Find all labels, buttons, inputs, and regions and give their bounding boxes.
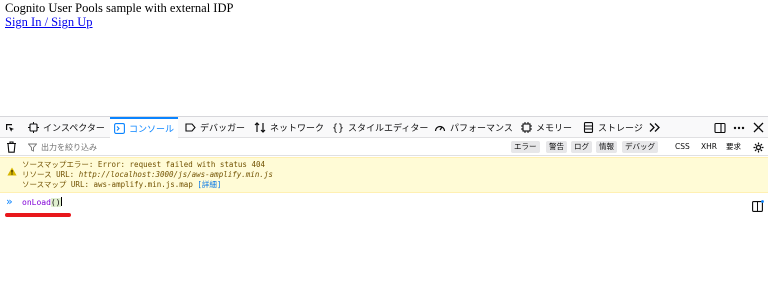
inspector-icon bbox=[28, 122, 39, 133]
input-parens: () bbox=[50, 198, 61, 207]
tab-debugger[interactable]: デバッガー bbox=[181, 117, 249, 138]
warning-line-3: ソースマップ URL: aws-amplify.min.js.map [詳細] bbox=[22, 180, 221, 190]
warning-icon bbox=[7, 161, 17, 180]
tab-storage[interactable]: ストレージ bbox=[579, 117, 647, 138]
page-title: Cognito User Pools sample with external … bbox=[5, 1, 234, 15]
network-icon bbox=[254, 122, 266, 133]
tab-memory[interactable]: メモリー bbox=[517, 117, 576, 138]
sourcemap-url-label: ソースマップ URL: aws-amplify.min.js.map bbox=[22, 180, 198, 189]
tab-label: デバッガー bbox=[200, 124, 246, 134]
devtools-panel: インスペクター コンソール デバッガー ネットワーク {} スタイルエディター … bbox=[0, 116, 768, 298]
close-icon[interactable] bbox=[753, 117, 764, 138]
tab-label: ストレージ bbox=[598, 124, 643, 134]
more-options-icon[interactable] bbox=[733, 117, 745, 138]
filter-placeholder: 出力を絞り込み bbox=[41, 142, 97, 152]
filter-errors[interactable]: エラー bbox=[511, 141, 540, 153]
tab-label: ネットワーク bbox=[270, 124, 325, 134]
prompt-chevron-icon: » bbox=[6, 195, 13, 208]
devtools-toolbar: インスペクター コンソール デバッガー ネットワーク {} スタイルエディター … bbox=[0, 117, 768, 138]
tab-console[interactable]: コンソール bbox=[110, 117, 179, 138]
filter-logs[interactable]: ログ bbox=[571, 141, 592, 153]
element-picker-icon[interactable] bbox=[4, 117, 16, 138]
console-input-row[interactable]: » onLoad() bbox=[0, 194, 768, 212]
style-editor-icon: {} bbox=[332, 123, 344, 133]
svg-text:{}: {} bbox=[332, 123, 344, 133]
tab-inspector[interactable]: インスペクター bbox=[24, 117, 109, 138]
filter-requests[interactable]: 要求 bbox=[726, 141, 741, 153]
console-icon bbox=[114, 123, 125, 134]
tab-label: インスペクター bbox=[43, 124, 105, 134]
warning-line-1: ソースマップエラー: Error: request failed with st… bbox=[22, 160, 265, 169]
filter-css[interactable]: CSS bbox=[675, 141, 690, 153]
text-caret bbox=[60, 197, 62, 206]
trash-icon[interactable] bbox=[6, 138, 17, 156]
warning-line-2: リソース URL: http://localhost:3000/js/aws-a… bbox=[22, 170, 273, 180]
memory-icon bbox=[521, 122, 532, 133]
tab-label: パフォーマンス bbox=[450, 124, 513, 134]
settings-gear-icon[interactable] bbox=[753, 138, 764, 156]
more-tabs-icon[interactable] bbox=[649, 117, 661, 138]
tab-label: メモリー bbox=[536, 124, 573, 134]
tab-style-editor[interactable]: {} スタイルエディター bbox=[328, 117, 432, 138]
filter-xhr[interactable]: XHR bbox=[701, 141, 717, 153]
details-link[interactable]: [詳細] bbox=[197, 180, 221, 189]
resource-url[interactable]: http://localhost:3000/js/aws-amplify.min… bbox=[79, 170, 273, 179]
console-warning-message: ソースマップエラー: Error: request failed with st… bbox=[0, 157, 768, 193]
tab-performance[interactable]: パフォーマンス bbox=[430, 117, 517, 138]
filter-input[interactable]: 出力を絞り込み bbox=[28, 140, 97, 154]
highlight-underline bbox=[5, 213, 71, 217]
resource-url-label: リソース URL: bbox=[22, 170, 79, 179]
filter-icon bbox=[28, 143, 37, 152]
editor-mode-icon[interactable] bbox=[752, 197, 764, 216]
storage-icon bbox=[583, 122, 594, 133]
dock-icon[interactable] bbox=[714, 117, 726, 138]
console-filter-bar: 出力を絞り込み エラー 警告 ログ 情報 デバッグ CSS XHR 要求 bbox=[0, 138, 768, 156]
performance-icon bbox=[434, 125, 446, 132]
tab-label: コンソール bbox=[129, 125, 175, 135]
input-function: onLoad bbox=[22, 198, 51, 207]
sign-in-link[interactable]: Sign In / Sign Up bbox=[5, 15, 93, 29]
filter-debug[interactable]: デバッグ bbox=[622, 141, 658, 153]
console-input[interactable]: onLoad() bbox=[22, 197, 62, 209]
tab-network[interactable]: ネットワーク bbox=[250, 117, 328, 138]
filter-info[interactable]: 情報 bbox=[596, 141, 617, 153]
tab-label: スタイルエディター bbox=[348, 124, 429, 134]
debugger-icon bbox=[185, 123, 196, 132]
filter-warnings[interactable]: 警告 bbox=[546, 141, 567, 153]
